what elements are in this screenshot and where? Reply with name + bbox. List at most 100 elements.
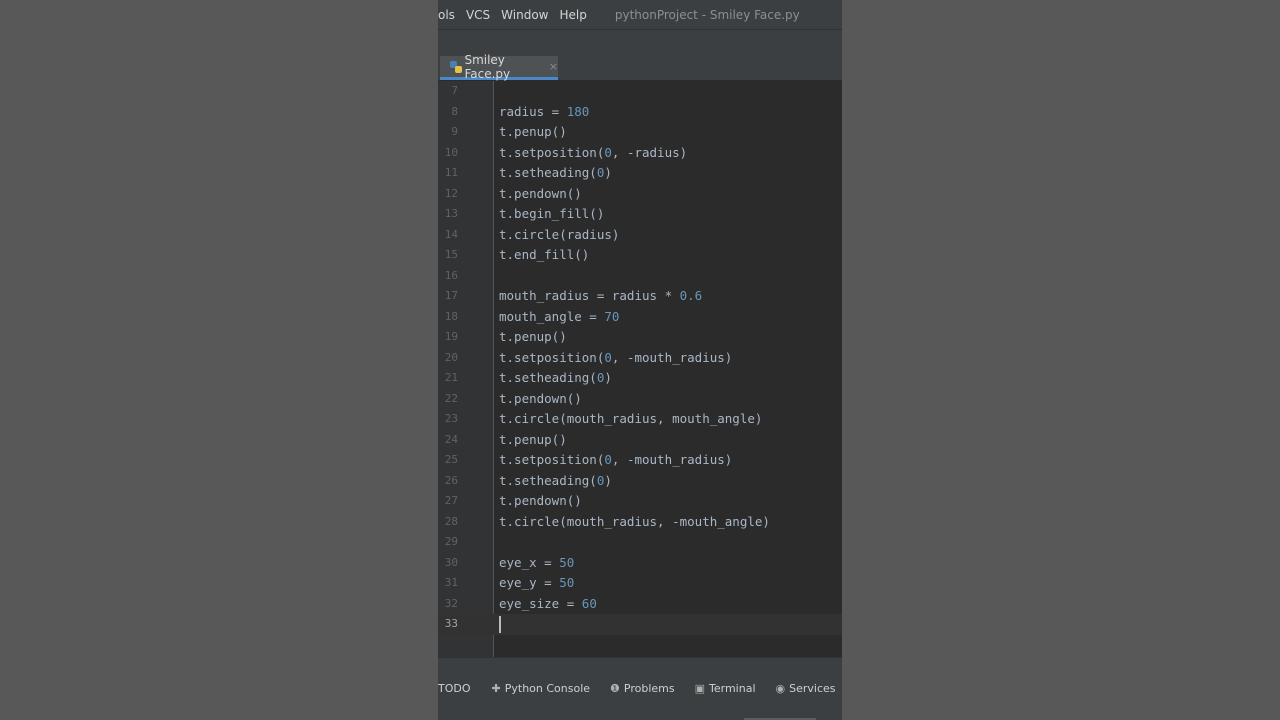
terminal-label: Terminal: [709, 682, 756, 695]
code-line[interactable]: 15 t.end_fill(): [438, 245, 842, 266]
problems-button[interactable]: ❶ Problems: [610, 682, 675, 695]
code-text: t.pendown(): [499, 390, 582, 406]
menu-window[interactable]: Window: [501, 8, 548, 22]
line-number: 20: [444, 350, 458, 364]
python-console-icon: ✚: [491, 682, 501, 695]
code-text: mouth_angle = 70: [499, 308, 620, 324]
window-title: pythonProject - Smiley Face.py: [614, 7, 800, 22]
code-line[interactable]: 25 t.setposition(0, -mouth_radius): [438, 450, 842, 471]
line-number: 18: [444, 309, 458, 323]
menu-vcs[interactable]: VCS: [466, 8, 490, 22]
problems-label: Problems: [623, 682, 675, 695]
line-number: 28: [444, 514, 458, 528]
todo-button[interactable]: TODO: [438, 682, 471, 695]
line-number: 22: [444, 391, 458, 405]
code-line[interactable]: 26 t.setheading(0): [438, 471, 842, 492]
code-line[interactable]: 28 t.circle(mouth_radius, -mouth_angle): [438, 512, 842, 533]
code-text: mouth_radius = radius * 0.6: [499, 288, 703, 303]
code-text: t.pendown(): [499, 493, 582, 508]
tab-smiley-face[interactable]: Smiley Face.py ×: [440, 52, 558, 81]
line-number: 16: [444, 268, 458, 282]
code-text: eye_size = 60: [499, 595, 597, 611]
code-line[interactable]: 11 t.setheading(0): [438, 163, 842, 184]
code-text: radius = 180: [499, 103, 590, 119]
code-text: t.setposition(0, -radius): [499, 144, 688, 160]
code-line[interactable]: 18 mouth_angle = 70: [438, 307, 842, 328]
code-line[interactable]: 27 t.pendown(): [438, 491, 842, 512]
terminal-button[interactable]: ▣ Terminal: [695, 682, 756, 695]
code-line[interactable]: 17 mouth_radius = radius * 0.6: [438, 286, 842, 307]
tab-label: Smiley Face.py: [464, 52, 511, 81]
left-background: [0, 0, 438, 720]
problems-icon: ❶: [610, 682, 620, 695]
code-text: t.pendown(): [499, 185, 582, 201]
line-number: 33: [444, 617, 458, 630]
line-number: 23: [444, 412, 458, 425]
code-line[interactable]: 22 t.pendown(): [438, 389, 842, 410]
python-file-icon: [450, 60, 462, 73]
code-text: eye_x = 50: [499, 554, 575, 570]
line-number: 9: [451, 125, 458, 138]
terminal-icon: ▣: [694, 682, 706, 695]
code-text: t.setheading(0): [499, 165, 612, 180]
code-text: t.begin_fill(): [499, 206, 605, 221]
line-number: 32: [444, 596, 458, 610]
code-line[interactable]: 20 t.setposition(0, -mouth_radius): [438, 348, 842, 369]
line-number: 19: [444, 330, 458, 343]
code-text: t.penup(): [499, 124, 567, 139]
code-line[interactable]: 10 t.setposition(0, -radius): [438, 143, 842, 164]
menu-bar: ols VCS Window Help pythonProject - Smil…: [438, 0, 842, 29]
python-console-button[interactable]: ✚ Python Console: [492, 682, 591, 695]
line-number: 29: [444, 535, 458, 548]
menu-help[interactable]: Help: [559, 8, 586, 22]
code-line[interactable]: 16: [438, 266, 842, 287]
line-number: 24: [444, 432, 458, 446]
code-line[interactable]: 24 t.penup(): [438, 430, 842, 451]
code-line[interactable]: 33: [438, 614, 842, 635]
line-number: 8: [451, 104, 458, 118]
line-number: 27: [444, 494, 458, 507]
todo-label: TODO: [438, 682, 471, 695]
editor-tab-bar: Smiley Face.py ×: [438, 52, 842, 81]
code-text: t.circle(mouth_radius, mouth_angle): [499, 411, 763, 426]
code-text: t.setheading(0): [499, 370, 612, 385]
line-number: 15: [444, 248, 458, 261]
line-number: 26: [444, 473, 458, 487]
line-number: 21: [444, 371, 458, 384]
code-text: t.circle(radius): [499, 226, 620, 242]
line-number: 13: [444, 207, 458, 220]
menu-tools[interactable]: ols: [438, 8, 455, 22]
code-line[interactable]: 12 t.pendown(): [438, 184, 842, 205]
line-number: 11: [444, 166, 458, 179]
services-label: Services: [789, 682, 836, 695]
code-text: t.penup(): [499, 431, 567, 447]
code-text: t.circle(mouth_radius, -mouth_angle): [499, 513, 770, 529]
code-text: eye_y = 50: [499, 575, 575, 590]
code-line[interactable]: 29: [438, 532, 842, 553]
line-number: 10: [444, 145, 458, 159]
code-text: t.setposition(0, -mouth_radius): [499, 452, 733, 467]
code-line[interactable]: 30 eye_x = 50: [438, 553, 842, 574]
text-caret: [499, 616, 501, 633]
python-console-label: Python Console: [504, 682, 591, 695]
tool-window-bar: TODO ✚ Python Console ❶ Problems ▣ Termi…: [438, 657, 842, 720]
code-line[interactable]: 9 t.penup(): [438, 122, 842, 143]
code-line[interactable]: 23 t.circle(mouth_radius, mouth_angle): [438, 409, 842, 430]
ide-window: ols VCS Window Help pythonProject - Smil…: [438, 0, 842, 720]
code-line[interactable]: 19 t.penup(): [438, 327, 842, 348]
code-line[interactable]: 31 eye_y = 50: [438, 573, 842, 594]
code-text: t.setheading(0): [499, 472, 612, 488]
code-text: t.penup(): [499, 329, 567, 344]
services-button[interactable]: ◉ Services: [776, 682, 836, 695]
code-line[interactable]: 32 eye_size = 60: [438, 594, 842, 615]
code-line[interactable]: 14 t.circle(radius): [438, 225, 842, 246]
code-line[interactable]: 13 t.begin_fill(): [438, 204, 842, 225]
line-number: 12: [444, 186, 458, 200]
code-editor[interactable]: 7 8 radius = 180 9 t.penup() 10 t.setposition(…: [438, 81, 842, 657]
code-line[interactable]: 7: [438, 81, 842, 102]
close-icon[interactable]: ×: [549, 60, 558, 73]
code-line[interactable]: 8 radius = 180: [438, 102, 842, 123]
code-line[interactable]: 21 t.setheading(0): [438, 368, 842, 389]
right-background: [842, 0, 1280, 720]
line-number: 17: [444, 289, 458, 302]
